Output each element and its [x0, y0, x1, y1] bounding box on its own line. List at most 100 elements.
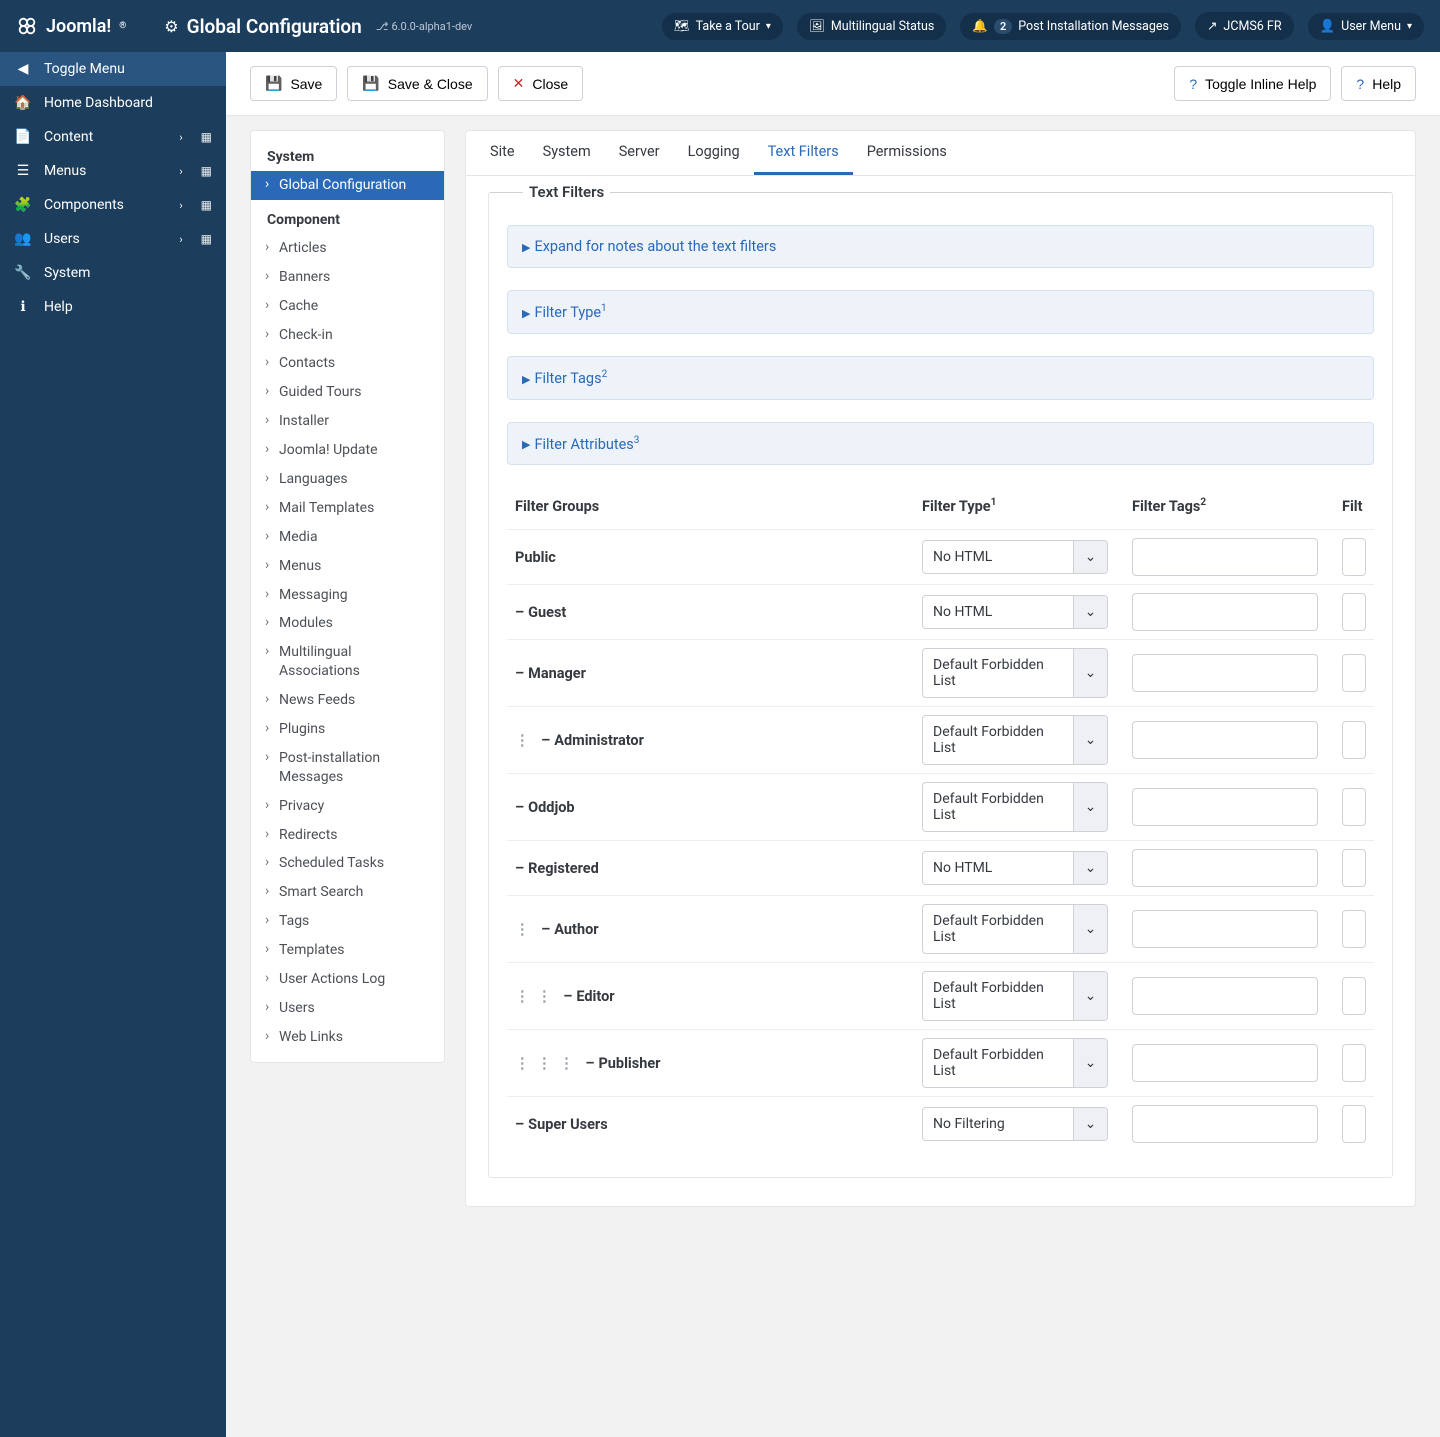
filter-type-select[interactable]: Default Forbidden List⌄ [922, 782, 1108, 832]
subnav-item-redirects[interactable]: Redirects [251, 821, 444, 850]
sidebar-item-menus[interactable]: ☰Menus›▦ [0, 154, 226, 188]
site-link-pill[interactable]: ↗ JCMS6 FR [1195, 12, 1294, 40]
subnav-item-articles[interactable]: Articles [251, 234, 444, 263]
filter-tags-input[interactable] [1132, 654, 1318, 692]
subnav-item-smart-search[interactable]: Smart Search [251, 878, 444, 907]
component-subnav: System Global Configuration Component Ar… [250, 130, 445, 1063]
filter-type-select[interactable]: Default Forbidden List⌄ [922, 648, 1108, 698]
sidebar-item-users[interactable]: 👥Users›▦ [0, 222, 226, 256]
brand-reg: ® [119, 21, 126, 31]
sidebar-item-content[interactable]: 📄Content›▦ [0, 120, 226, 154]
filter-type-select[interactable]: No Filtering⌄ [922, 1107, 1108, 1141]
subnav-item-modules[interactable]: Modules [251, 609, 444, 638]
subnav-item-messaging[interactable]: Messaging [251, 581, 444, 610]
expander-filter-attrs[interactable]: ▶Filter Attributes3 [507, 422, 1374, 466]
tab-text-filters[interactable]: Text Filters [754, 131, 853, 175]
filter-type-select[interactable]: Default Forbidden List⌄ [922, 904, 1108, 954]
filter-tags-input[interactable] [1132, 910, 1318, 948]
filter-attrs-input[interactable] [1342, 538, 1366, 576]
subnav-item-cache[interactable]: Cache [251, 292, 444, 321]
brand[interactable]: Joomla!® [16, 15, 126, 37]
subnav-item-mail-templates[interactable]: Mail Templates [251, 494, 444, 523]
filter-type-select[interactable]: No HTML⌄ [922, 595, 1108, 629]
filter-attrs-input[interactable] [1342, 1105, 1366, 1143]
filter-tags-input[interactable] [1132, 538, 1318, 576]
close-label: Close [532, 76, 568, 92]
subnav-item-joomla-update[interactable]: Joomla! Update [251, 436, 444, 465]
filter-attrs-input[interactable] [1342, 849, 1366, 887]
filter-attrs-input[interactable] [1342, 721, 1366, 759]
subnav-heading-component: Component [251, 208, 444, 234]
subnav-item-guided-tours[interactable]: Guided Tours [251, 378, 444, 407]
subnav-item-multilingual-associations[interactable]: Multilingual Associations [251, 638, 444, 686]
subnav-item-news-feeds[interactable]: News Feeds [251, 686, 444, 715]
filter-tags-input[interactable] [1132, 1044, 1318, 1082]
dash-icon: – [541, 732, 550, 749]
tab-site[interactable]: Site [476, 131, 529, 175]
sidebar-item-components[interactable]: 🧩Components›▦ [0, 188, 226, 222]
subnav-item-users[interactable]: Users [251, 994, 444, 1023]
subnav-item-languages[interactable]: Languages [251, 465, 444, 494]
sidebar-item-system[interactable]: 🔧System [0, 256, 226, 290]
filter-type-select[interactable]: No HTML⌄ [922, 851, 1108, 885]
version-text: 6.0.0-alpha1-dev [391, 20, 472, 33]
filter-type-select[interactable]: No HTML⌄ [922, 540, 1108, 574]
help-button[interactable]: ?Help [1341, 66, 1416, 101]
filter-tags-input[interactable] [1132, 977, 1318, 1015]
expander-filter-type[interactable]: ▶Filter Type1 [507, 290, 1374, 334]
filter-attrs-input[interactable] [1342, 1044, 1366, 1082]
close-button[interactable]: ✕Close [498, 66, 584, 101]
sidebar-toggle[interactable]: ◀ Toggle Menu [0, 52, 226, 86]
expander-filter-tags[interactable]: ▶Filter Tags2 [507, 356, 1374, 400]
select-value: No HTML [923, 852, 1073, 884]
subnav-item-user-actions-log[interactable]: User Actions Log [251, 965, 444, 994]
filter-tags-input[interactable] [1132, 1105, 1318, 1143]
subnav-item-installer[interactable]: Installer [251, 407, 444, 436]
filter-attrs-input[interactable] [1342, 910, 1366, 948]
tab-server[interactable]: Server [605, 131, 674, 175]
tab-system[interactable]: System [529, 131, 605, 175]
subnav-item-media[interactable]: Media [251, 523, 444, 552]
subnav-item-global-config[interactable]: Global Configuration [251, 171, 444, 200]
sidebar-item-home-dashboard[interactable]: 🏠Home Dashboard [0, 86, 226, 120]
select-value: Default Forbidden List [923, 905, 1073, 953]
subnav-item-contacts[interactable]: Contacts [251, 349, 444, 378]
sidebar-item-help[interactable]: ℹHelp [0, 290, 226, 324]
take-tour-pill[interactable]: 🗺 Take a Tour ▾ [662, 13, 783, 40]
expander-notes[interactable]: ▶Expand for notes about the text filters [507, 225, 1374, 268]
filter-tags-input[interactable] [1132, 788, 1318, 826]
filter-tags-input[interactable] [1132, 721, 1318, 759]
filter-type-select[interactable]: Default Forbidden List⌄ [922, 971, 1108, 1021]
post-install-pill[interactable]: 🔔 2 Post Installation Messages [960, 13, 1181, 40]
tab-permissions[interactable]: Permissions [853, 131, 961, 175]
sidebar-item-label: Components [44, 197, 124, 213]
filter-attrs-input[interactable] [1342, 788, 1366, 826]
filter-attrs-input[interactable] [1342, 654, 1366, 692]
triangle-right-icon: ▶ [522, 438, 530, 451]
subnav-item-menus[interactable]: Menus [251, 552, 444, 581]
tab-logging[interactable]: Logging [674, 131, 754, 175]
save-close-button[interactable]: 💾Save & Close [347, 66, 487, 101]
subnav-item-scheduled-tasks[interactable]: Scheduled Tasks [251, 849, 444, 878]
filter-type-select[interactable]: Default Forbidden List⌄ [922, 715, 1108, 765]
user-menu-pill[interactable]: 👤 User Menu ▾ [1308, 13, 1424, 40]
chevron-right-icon: › [179, 233, 182, 246]
subnav-item-tags[interactable]: Tags [251, 907, 444, 936]
filter-tags-input[interactable] [1132, 849, 1318, 887]
filter-type-select[interactable]: Default Forbidden List⌄ [922, 1038, 1108, 1088]
subnav-item-privacy[interactable]: Privacy [251, 792, 444, 821]
filter-attrs-input[interactable] [1342, 593, 1366, 631]
subnav-item-plugins[interactable]: Plugins [251, 715, 444, 744]
multilingual-pill[interactable]: 🖼 Multilingual Status [797, 13, 946, 40]
table-row: ⋮ ⋮ –EditorDefault Forbidden List⌄ [507, 963, 1374, 1030]
subnav-item-banners[interactable]: Banners [251, 263, 444, 292]
subnav-item-check-in[interactable]: Check-in [251, 321, 444, 350]
filter-tags-input[interactable] [1132, 593, 1318, 631]
subnav-item-web-links[interactable]: Web Links [251, 1023, 444, 1052]
filter-attrs-input[interactable] [1342, 977, 1366, 1015]
toggle-inline-help-button[interactable]: ?Toggle Inline Help [1174, 66, 1331, 101]
subnav-item-post-installation-messages[interactable]: Post-installation Messages [251, 744, 444, 792]
subnav-item-templates[interactable]: Templates [251, 936, 444, 965]
sidebar-item-label: Help [44, 299, 73, 315]
save-button[interactable]: 💾Save [250, 66, 337, 101]
